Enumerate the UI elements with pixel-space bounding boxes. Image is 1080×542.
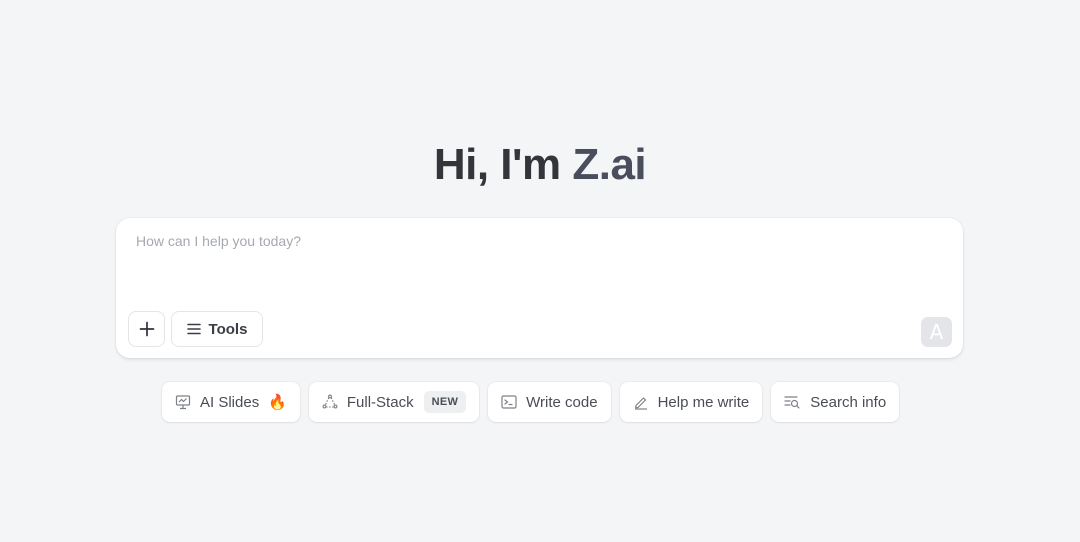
greeting-brand: Z.ai (572, 140, 647, 189)
new-badge: NEW (423, 391, 467, 413)
menu-icon (186, 323, 201, 335)
chip-search-info[interactable]: Search info (771, 382, 900, 422)
chat-composer: Tools A (116, 218, 963, 358)
page: Hi, I'm Z.ai Tools A AI Slides 🔥 (0, 0, 1080, 542)
chip-label: Write code (526, 393, 598, 411)
chip-label: Search info (810, 393, 887, 411)
tools-button[interactable]: Tools (171, 311, 263, 347)
prompt-input[interactable] (136, 230, 936, 290)
add-attachment-button[interactable] (128, 311, 165, 347)
fire-icon: 🔥 (268, 394, 287, 411)
tools-label: Tools (208, 320, 248, 338)
chip-ai-slides[interactable]: AI Slides 🔥 (162, 382, 300, 422)
chip-full-stack[interactable]: Full-Stack NEW (308, 382, 480, 422)
greeting-prefix: Hi, I'm (433, 140, 573, 189)
chip-help-me-write[interactable]: Help me write (619, 382, 763, 422)
send-button[interactable]: A (921, 317, 952, 347)
chip-label: Full-Stack (346, 393, 414, 411)
search-list-icon (784, 396, 800, 409)
pen-icon (634, 397, 647, 410)
page-title: Hi, I'm Z.ai (0, 138, 1080, 192)
send-glyph: A (929, 320, 944, 344)
chip-label: AI Slides (200, 393, 260, 411)
slides-icon (175, 395, 191, 410)
plus-icon (139, 321, 154, 337)
terminal-icon (501, 395, 517, 409)
chip-label: Help me write (657, 393, 750, 411)
chip-write-code[interactable]: Write code (488, 382, 611, 422)
suggestion-chips: AI Slides 🔥 Full-Stack NEW Write code He… (162, 382, 900, 422)
fullstack-icon (322, 394, 338, 409)
